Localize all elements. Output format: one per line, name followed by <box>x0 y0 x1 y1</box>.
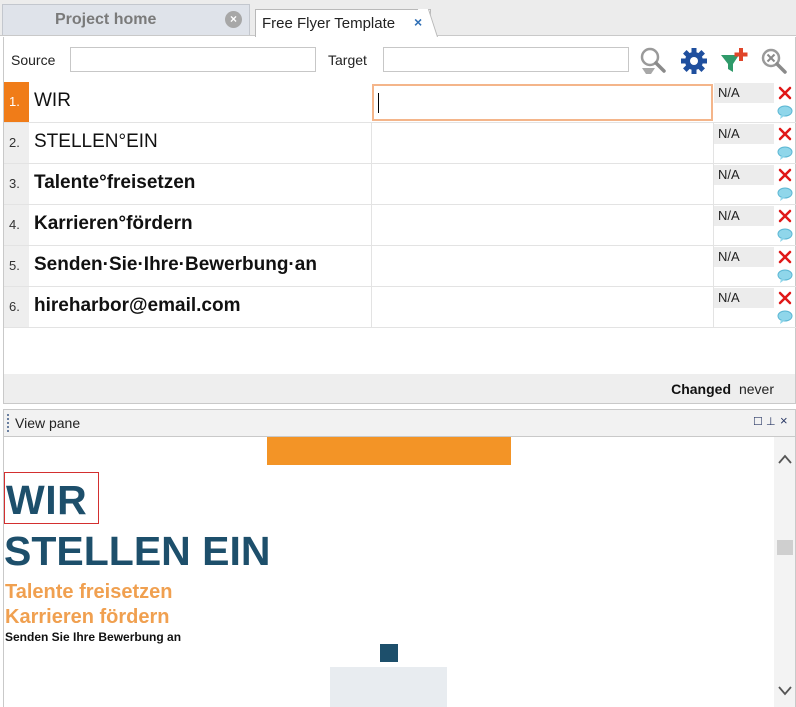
source-label: Source <box>11 52 56 68</box>
segment-grid: 1. WIR N/A 2. STELLEN°EIN N/A 3. Talente… <box>3 82 796 374</box>
target-editor[interactable] <box>371 205 714 245</box>
preview-selected-segment[interactable]: WIR <box>4 472 99 524</box>
comment-icon[interactable] <box>776 185 794 203</box>
segment-status: N/A <box>714 206 774 226</box>
segment-row[interactable]: 2. STELLEN°EIN N/A <box>4 123 796 164</box>
maximize-pane-icon[interactable]: ☐ <box>753 415 763 428</box>
source-text: STELLEN°EIN <box>34 131 158 152</box>
comment-icon[interactable] <box>776 308 794 326</box>
close-tab-icon[interactable]: × <box>225 11 242 28</box>
comment-icon[interactable] <box>776 103 794 121</box>
segment-status: N/A <box>714 124 774 144</box>
filter-bar: Source Target <box>3 37 796 82</box>
preview-line-4: Karrieren fördern <box>5 606 170 628</box>
vertical-scrollbar[interactable] <box>774 437 795 707</box>
tab-free-flyer-template[interactable]: Free Flyer Template × <box>255 9 431 37</box>
segment-status: N/A <box>714 247 774 267</box>
reject-icon[interactable] <box>776 84 794 102</box>
tab-label: Project home <box>55 11 157 28</box>
reject-icon[interactable] <box>776 125 794 143</box>
target-editor[interactable] <box>371 164 714 204</box>
preview-line-5: Senden Sie Ihre Bewerbung an <box>5 630 182 644</box>
comment-icon[interactable] <box>776 144 794 162</box>
reject-icon[interactable] <box>776 289 794 307</box>
close-tab-icon[interactable]: × <box>414 14 422 30</box>
preview-line-3: Talente freisetzen <box>5 581 173 603</box>
drag-grip-icon[interactable] <box>7 414 9 432</box>
source-text: Karrieren°fördern <box>34 213 193 234</box>
source-text: Senden·Sie·Ihre·Bewerbung·an <box>34 254 317 275</box>
segment-number: 5. <box>4 246 29 286</box>
source-filter-input[interactable] <box>70 47 316 72</box>
flyer-blue-square <box>380 644 398 662</box>
pin-pane-icon[interactable]: ⊥ <box>766 415 776 428</box>
comment-icon[interactable] <box>776 226 794 244</box>
source-text: WIR <box>34 90 71 111</box>
target-editor[interactable] <box>371 246 714 286</box>
segment-number: 6. <box>4 287 29 327</box>
preview-line-1: WIR <box>6 477 88 523</box>
segment-number: 2. <box>4 123 29 163</box>
reject-icon[interactable] <box>776 166 794 184</box>
segment-row[interactable]: 1. WIR N/A <box>4 82 796 123</box>
target-editor[interactable] <box>372 84 713 121</box>
changed-label: Changed <box>671 381 731 397</box>
target-label: Target <box>328 52 367 68</box>
changed-value: never <box>738 381 774 397</box>
preview-line-2: STELLEN EIN <box>4 528 271 574</box>
flyer-orange-bar <box>267 437 511 465</box>
segment-number: 1. <box>4 82 29 122</box>
source-text: Talente°freisetzen <box>34 172 196 193</box>
reject-icon[interactable] <box>776 207 794 225</box>
text-caret <box>378 93 379 113</box>
tab-project-home[interactable]: Project home × <box>2 4 250 35</box>
segment-status: N/A <box>714 83 774 103</box>
segment-row[interactable]: 3. Talente°freisetzen N/A <box>4 164 796 205</box>
segment-status: N/A <box>714 165 774 185</box>
target-editor[interactable] <box>371 123 714 163</box>
segment-row[interactable]: 5. Senden·Sie·Ihre·Bewerbung·an N/A <box>4 246 796 287</box>
segment-row[interactable]: 6. hireharbor@email.com N/A <box>4 287 796 328</box>
view-pane-title: View pane <box>15 415 81 431</box>
comment-icon[interactable] <box>776 267 794 285</box>
view-pane-preview: WIR STELLEN EIN Talente freisetzen Karri… <box>3 437 796 707</box>
reject-icon[interactable] <box>776 248 794 266</box>
view-pane-header: View pane ☐ ⊥ × <box>3 409 796 437</box>
segment-number: 3. <box>4 164 29 204</box>
add-filter-icon[interactable] <box>719 46 749 76</box>
scrollbar-thumb[interactable] <box>777 540 793 555</box>
source-text: hireharbor@email.com <box>34 295 241 316</box>
scroll-down-icon[interactable] <box>777 685 793 697</box>
close-pane-icon[interactable]: × <box>780 413 788 428</box>
segment-row[interactable]: 4. Karrieren°fördern N/A <box>4 205 796 246</box>
target-filter-input[interactable] <box>383 47 629 72</box>
flyer-grey-block <box>330 667 447 707</box>
settings-gear-icon[interactable] <box>679 46 709 76</box>
search-filter-icon[interactable] <box>638 46 668 76</box>
tab-label: Free Flyer Template <box>262 15 396 32</box>
document-tab-bar: Project home × Free Flyer Template × <box>0 0 796 37</box>
segment-number: 4. <box>4 205 29 245</box>
grid-status-bar: Changed never <box>3 374 796 404</box>
scroll-up-icon[interactable] <box>777 453 793 465</box>
clear-search-icon[interactable] <box>759 46 789 76</box>
target-editor[interactable] <box>371 287 714 327</box>
segment-status: N/A <box>714 288 774 308</box>
